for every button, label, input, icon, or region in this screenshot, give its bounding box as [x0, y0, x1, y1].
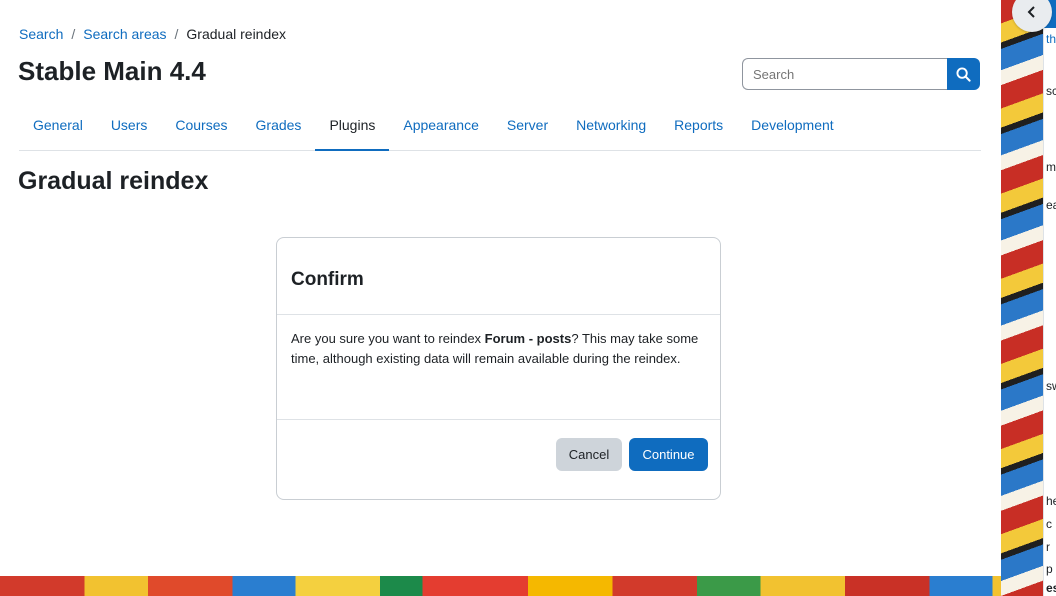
- tab-grades[interactable]: Grades: [242, 106, 316, 150]
- tab-general[interactable]: General: [19, 106, 97, 150]
- tab-courses[interactable]: Courses: [161, 106, 241, 150]
- right-drawer: th sc me ea sw he c r p es: [1043, 0, 1056, 596]
- dialog-body: Are you sure you want to reindex Forum -…: [277, 315, 720, 420]
- dialog-title: Confirm: [291, 269, 364, 290]
- drawer-text: he: [1046, 494, 1056, 508]
- site-title: Stable Main 4.4: [18, 56, 206, 86]
- drawer-text: c: [1046, 517, 1052, 531]
- breadcrumb-link-search[interactable]: Search: [19, 26, 63, 42]
- dialog-header: Confirm: [277, 238, 720, 315]
- drawer-text[interactable]: th: [1046, 32, 1056, 46]
- search-input[interactable]: [742, 58, 947, 90]
- drawer-text: sw: [1046, 379, 1056, 393]
- background-comic-strip: [0, 576, 1056, 596]
- tab-networking[interactable]: Networking: [562, 106, 660, 150]
- drawer-text: p: [1046, 562, 1053, 576]
- cancel-button[interactable]: Cancel: [556, 438, 622, 471]
- dialog-footer: Cancel Continue: [277, 420, 720, 510]
- drawer-text: ea: [1046, 198, 1056, 212]
- drawer-text: es: [1046, 581, 1056, 595]
- dialog-message-area: Forum - posts: [484, 331, 572, 346]
- chevron-left-icon: [1027, 6, 1035, 18]
- page-heading: Gradual reindex: [18, 167, 209, 195]
- admin-tabs: General Users Courses Grades Plugins App…: [19, 106, 981, 151]
- tab-plugins[interactable]: Plugins: [315, 106, 390, 151]
- admin-search: [742, 58, 980, 90]
- search-button[interactable]: [947, 58, 980, 90]
- main-page: Search / Search areas / Gradual reindex …: [0, 0, 1001, 576]
- breadcrumb-link-search-areas[interactable]: Search areas: [83, 26, 166, 42]
- search-icon: [956, 66, 971, 82]
- dialog-message: Are you sure you want to reindex: [291, 331, 485, 346]
- confirm-dialog: Confirm Are you sure you want to reindex…: [276, 237, 721, 500]
- tab-users[interactable]: Users: [97, 106, 162, 150]
- drawer-text: sc: [1046, 84, 1056, 98]
- tab-server[interactable]: Server: [493, 106, 562, 150]
- continue-button[interactable]: Continue: [629, 438, 708, 471]
- breadcrumb-separator: /: [174, 26, 179, 42]
- drawer-text: me: [1046, 160, 1056, 174]
- tab-appearance[interactable]: Appearance: [389, 106, 493, 150]
- breadcrumb-current: Gradual reindex: [186, 26, 287, 42]
- tab-development[interactable]: Development: [737, 106, 848, 150]
- tab-reports[interactable]: Reports: [660, 106, 737, 150]
- breadcrumb-separator: /: [71, 26, 76, 42]
- breadcrumb: Search / Search areas / Gradual reindex: [19, 26, 286, 42]
- drawer-text: r: [1046, 540, 1050, 554]
